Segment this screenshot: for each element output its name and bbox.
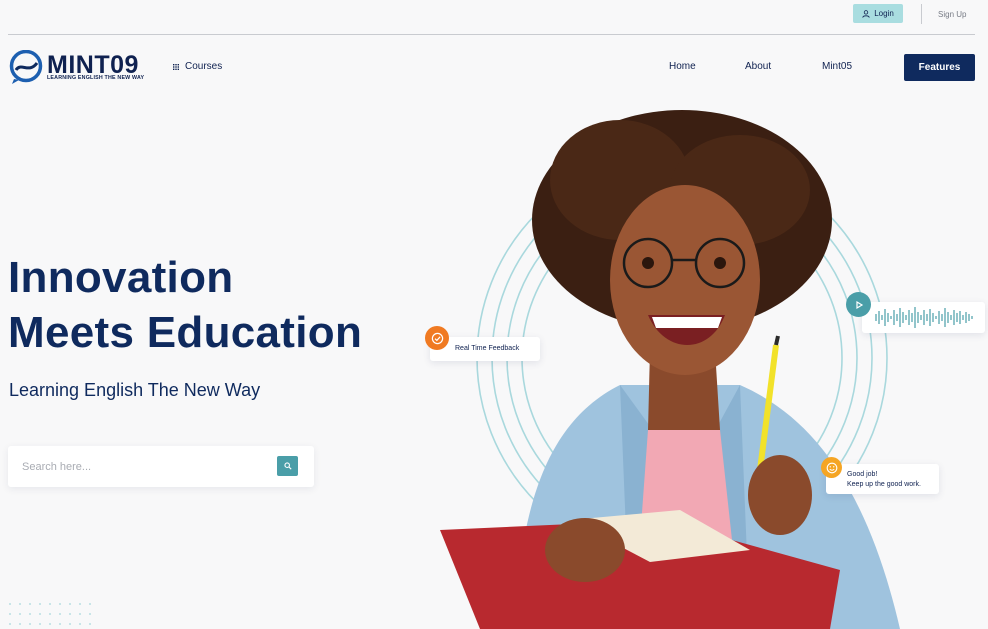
smile-icon xyxy=(821,457,842,478)
brand-logo[interactable]: MINT09 LEARNING ENGLISH THE NEW WAY xyxy=(9,50,149,86)
search-box xyxy=(8,446,314,487)
user-icon xyxy=(862,9,870,18)
hero-subtitle: Learning English The New Way xyxy=(9,380,261,400)
realtime-feedback-label: Real Time Feedback xyxy=(455,345,520,352)
top-divider xyxy=(921,4,922,24)
hero-student-image xyxy=(440,110,900,629)
waveform-icon xyxy=(875,307,973,328)
good-job-line2: Keep up the good work. xyxy=(847,481,921,488)
decorative-dots xyxy=(9,603,91,625)
grid-icon xyxy=(173,63,179,70)
courses-menu[interactable]: Courses xyxy=(173,61,222,72)
brand-tagline: LEARNING ENGLISH THE NEW WAY xyxy=(47,75,145,81)
audio-waveform-card xyxy=(862,302,985,333)
courses-label: Courses xyxy=(185,61,223,72)
login-label: Login xyxy=(874,9,894,18)
login-button[interactable]: Login xyxy=(853,4,903,23)
play-icon xyxy=(855,300,863,309)
top-bar: Login Sign Up xyxy=(0,0,988,34)
search-input[interactable] xyxy=(22,458,272,476)
good-job-text: Good job! Keep up the good work. xyxy=(847,470,921,490)
hero-title-line2: Meets Education xyxy=(8,308,363,357)
good-job-line1: Good job! xyxy=(847,471,878,478)
hero-title-line1: Innovation xyxy=(8,253,234,302)
hero-title: Innovation Meets Education xyxy=(8,250,362,360)
check-circle-icon xyxy=(425,326,449,350)
features-button[interactable]: Features xyxy=(904,54,975,81)
signup-link[interactable]: Sign Up xyxy=(938,10,966,19)
play-button[interactable] xyxy=(846,292,871,317)
search-button[interactable] xyxy=(277,456,298,476)
good-job-card: Good job! Keep up the good work. xyxy=(826,464,939,494)
nav-mint05[interactable]: Mint05 xyxy=(822,61,852,72)
search-icon xyxy=(283,462,292,470)
header-divider xyxy=(8,34,975,35)
nav-home[interactable]: Home xyxy=(669,61,696,72)
nav-about[interactable]: About xyxy=(745,61,771,72)
logo-mark-icon xyxy=(9,50,43,84)
